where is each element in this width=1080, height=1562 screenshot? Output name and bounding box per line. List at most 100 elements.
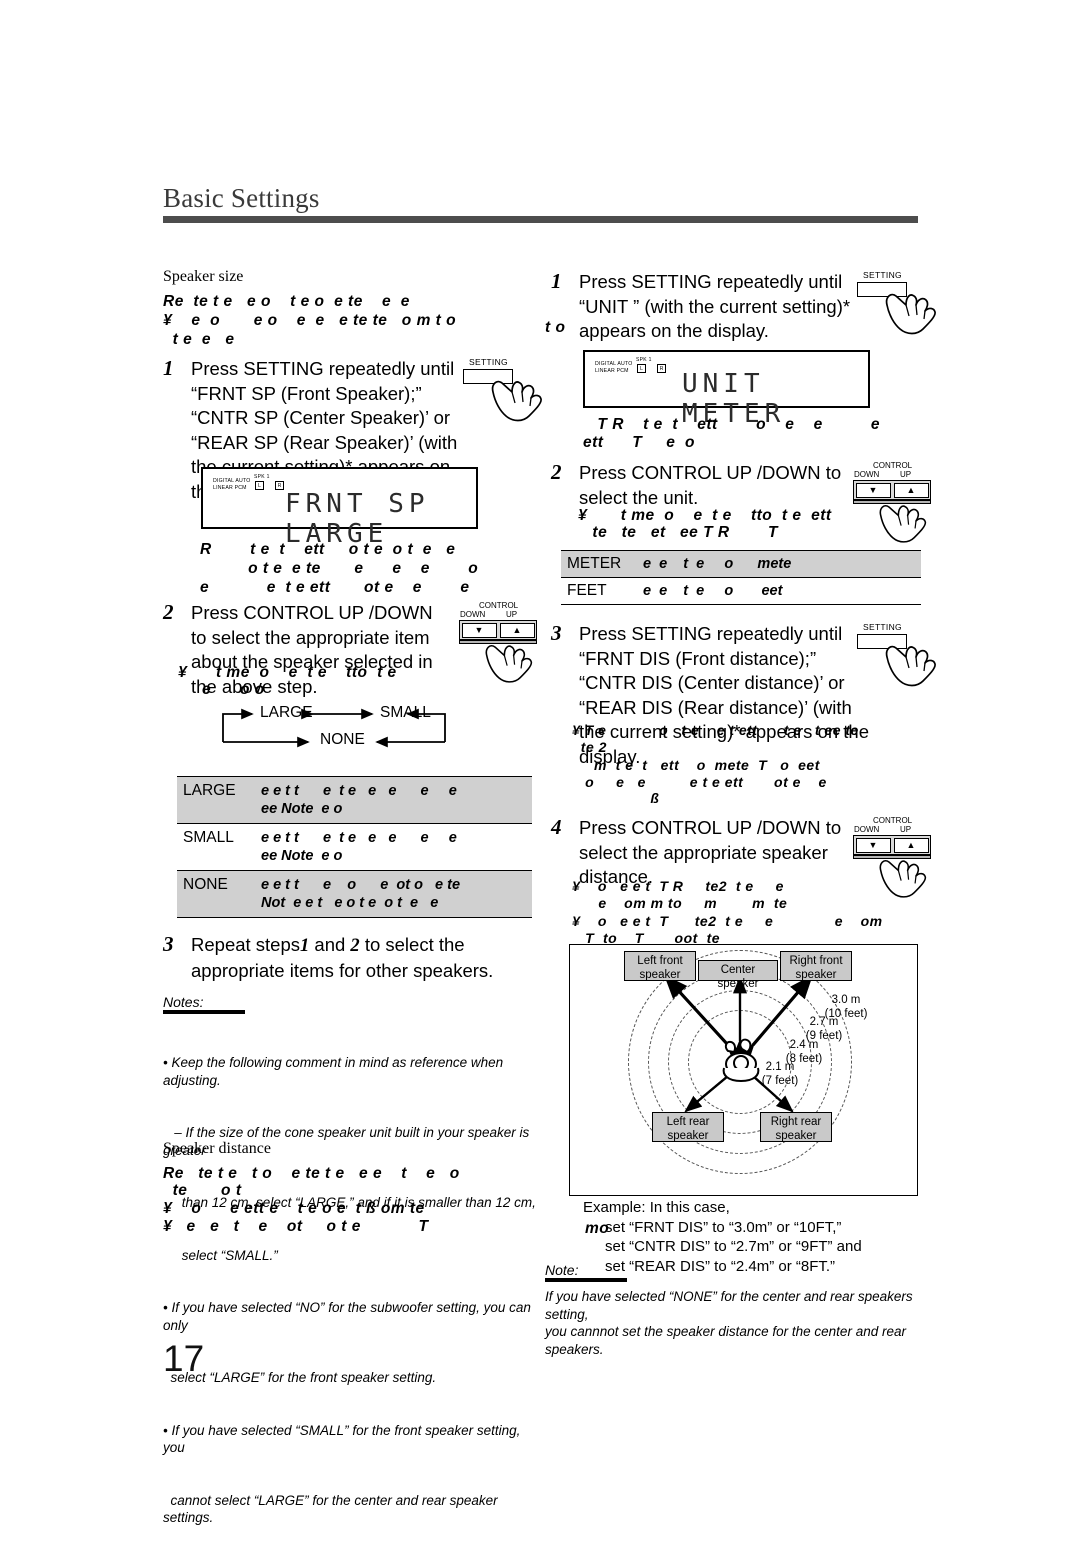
unit-table: METER e e t e o mete FEET e e t e o eet [561, 550, 921, 605]
right-step-2-ghost-2: te te et ee T R T [578, 524, 778, 541]
manual-page: Basic Settings Speaker size Re te t e e … [0, 0, 1080, 1528]
example-line: set “FRNT DIS” to “3.0m” or “10FT,” [605, 1218, 842, 1236]
step3-mid: and [314, 934, 346, 955]
hand-pointer-icon [485, 644, 533, 683]
control-caption-3: CONTROL [873, 816, 913, 825]
right-step-3-ghost-3: m t e t ett o mete T o eet [572, 757, 820, 773]
speaker-size-intro-ghost-2: ¥ e o e o e e e te te o m t o [163, 312, 457, 329]
left-step-3-text: Repeat steps1 and 2 to select the approp… [191, 933, 543, 983]
control-up-caption-3: UP [900, 825, 912, 834]
control-caption-1: CONTROL [479, 601, 519, 610]
hand-pointer-icon [885, 293, 936, 335]
note-heading: Note: [545, 1262, 579, 1278]
note-rule [545, 1278, 627, 1282]
table-row: NONE e e t t e o e ot o e te Not e e t e… [177, 870, 532, 918]
right-overlap-ghost: t o [545, 319, 566, 336]
right-step-2: 2 Press CONTROL UP /DOWN to select the u… [551, 460, 851, 510]
setting-button-graphic-3[interactable]: SETTING [849, 622, 936, 692]
left-step-1-number: 1 [163, 356, 174, 380]
step3-ref-a: 1 [300, 936, 310, 956]
example-ghost: mo [585, 1220, 610, 1237]
notes-list: • Keep the following comment in mind as … [163, 1019, 543, 1562]
right-step-3-ghost-2: te 2 [572, 739, 607, 755]
control-up-caption-1: UP [506, 610, 518, 619]
right-step-4-number: 4 [551, 815, 562, 839]
hand-pointer-icon [491, 380, 542, 422]
note-item: • If you have selected “NO” for the subw… [163, 1300, 535, 1333]
note-item: • Keep the following comment in mind as … [163, 1055, 507, 1088]
right-step-3-ghost-5: ß [545, 790, 660, 806]
setting-button-graphic-1[interactable]: SETTING [455, 357, 542, 427]
control-button-graphic-1[interactable]: CONTROL DOWN UP ▼ ▲ [455, 601, 545, 683]
notes-heading: Notes: [163, 994, 204, 1010]
distance-label-2-1m: 2.1 m (7 feet) [761, 1061, 799, 1087]
row-value: e e t t e o e ot o e te Not e e t e o t … [261, 877, 461, 911]
speaker-distance-ghost-2: te o t [163, 1182, 242, 1199]
left-step-3: 3 Repeat steps1 and 2 to select the appr… [163, 932, 543, 983]
right-step-1-text: Press SETTING repeatedly until “UNIT ” (… [579, 271, 851, 341]
after-display1-ghost-3: e e t e ett ot e e e [200, 579, 470, 596]
control-down-caption-2: DOWN [854, 470, 880, 479]
speaker-size-intro-ghost-3: t e e e [163, 331, 235, 348]
setting-button-graphic-2[interactable]: SETTING [849, 270, 936, 340]
right-step-4-ghost-1: ¥ o e e t T R te2 t e e [572, 878, 784, 894]
right-rear-speaker-box: Right rear speaker [760, 1112, 832, 1142]
hand-pointer-icon [879, 859, 927, 898]
control-down-caption-1: DOWN [460, 610, 486, 619]
left-step-2-ghost-2: e o o [178, 681, 265, 698]
after-display2-ghost-1: T R t e t ett o e e e [583, 416, 880, 433]
control-caption-2: CONTROL [873, 461, 913, 470]
lcd-spk-label-1: SPK 1 [254, 474, 270, 480]
example-line: set “REAR DIS” to “2.4m” or “8FT.” [605, 1257, 836, 1275]
center-speaker-box: Center speaker [698, 960, 778, 990]
right-step-3-ghost-1: ¥ T e o t e e t ett t e t ee te [572, 722, 859, 738]
lcd-speaker-icon-right-2: R [657, 364, 666, 373]
left-front-speaker-box: Left front speaker [624, 951, 696, 981]
right-step-3-number: 3 [551, 621, 562, 645]
page-number: 17 [163, 1338, 205, 1379]
right-front-speaker-box: Right front speaker [780, 951, 852, 981]
lcd-display-frnt-sp: DIGITAL AUTO LINEAR PCM SPK 1 L R FRNT S… [201, 467, 478, 549]
row-key: FEET [567, 582, 607, 599]
lcd-display-unit: DIGITAL AUTO LINEAR PCM SPK 1 L R UNIT M… [583, 350, 870, 429]
left-step-2-number: 2 [163, 600, 174, 624]
after-display1-ghost-2: o t e e te e e e o [200, 560, 479, 577]
speaker-size-table: LARGE e e t t e t e e e e e ee Note e o … [177, 776, 532, 918]
step3-ref-b: 2 [350, 936, 360, 956]
left-rear-speaker-box: Left rear speaker [652, 1112, 724, 1142]
note-item: select “LARGE” for the front speaker set… [163, 1370, 437, 1385]
row-value: e e t t e t e e e e e ee Note e o [261, 830, 457, 864]
right-step-2-text: Press CONTROL UP /DOWN to select the uni… [579, 462, 842, 508]
example-line: Example: In this case, [583, 1199, 730, 1216]
control-button-graphic-2[interactable]: CONTROL DOWN UP ▼ ▲ [849, 461, 939, 543]
table-row: LARGE e e t t e t e e e e e ee Note e o [177, 776, 532, 823]
note-item: • If you have selected “SMALL” for the f… [163, 1422, 525, 1456]
lcd-speaker-icon-left-2: L [637, 364, 646, 373]
speaker-layout-diagram: Left front speaker Center speaker Right … [569, 944, 918, 1196]
right-step-2-number: 2 [551, 460, 562, 484]
control-button-graphic-3[interactable]: CONTROL DOWN UP ▼ ▲ [849, 816, 939, 898]
row-value: e e t e o eet [643, 583, 783, 599]
lcd-speaker-icon-left-1: L [255, 481, 264, 490]
lcd-speaker-icon-right-1: R [275, 481, 284, 490]
control-down-caption-3: DOWN [854, 825, 880, 834]
lcd-indicator-1: DIGITAL AUTO LINEAR PCM [213, 478, 251, 491]
right-step-1-number: 1 [551, 269, 562, 293]
hand-pointer-icon [885, 645, 936, 687]
speaker-size-label: Speaker size [163, 268, 244, 285]
setting-button-caption: SETTING [863, 622, 902, 632]
speaker-distance-ghost-3: ¥ o e ett e t e o e t ß om te [163, 1200, 425, 1217]
after-display1-ghost-1: R t e t ett o t e o t e e [200, 541, 456, 558]
row-key: SMALL [183, 829, 234, 846]
hand-pointer-icon [879, 504, 927, 543]
right-step-3-text: Press SETTING repeatedly until “FRNT DIS… [579, 623, 870, 767]
row-value: e e t t e t e e e e e ee Note e o [261, 783, 457, 817]
size-cycle-diagram: LARGE SMALL NONE [180, 700, 480, 758]
setting-button-caption: SETTING [469, 357, 508, 367]
notes-rule [163, 1010, 245, 1014]
page-title: Basic Settings [163, 183, 320, 213]
right-step-4-ghost-3: ¥ o e e t T te2 t e e e om [572, 913, 883, 929]
right-step-1: 1 Press SETTING repeatedly until “UNIT ”… [551, 269, 861, 344]
note-item: cannot select “LARGE” for the center and… [163, 1492, 502, 1526]
row-key: LARGE [183, 782, 236, 799]
